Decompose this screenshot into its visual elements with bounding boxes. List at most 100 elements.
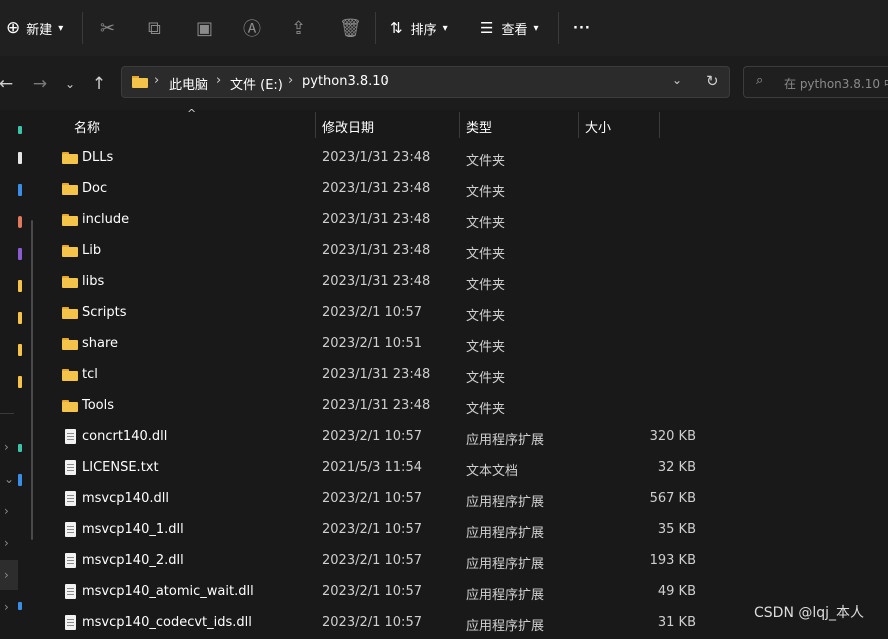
chevron-right-icon: › [288, 73, 294, 88]
chevron-right-icon[interactable]: › [4, 568, 9, 582]
folder-icon [62, 152, 78, 164]
search-box[interactable]: ⌕ 在 python3.8.10 中 [743, 66, 888, 98]
file-row[interactable]: share 2023/2/1 10:51 文件夹 [44, 329, 888, 360]
file-type: 文件夹 [466, 309, 506, 324]
file-size: 193 KB [649, 553, 696, 568]
network-icon[interactable] [18, 602, 22, 610]
breadcrumb-drive-e[interactable]: 文件 (E:) [230, 74, 283, 93]
file-row[interactable]: LICENSE.txt 2021/5/3 11:54 文本文档 32 KB [44, 453, 888, 484]
nav-item-icon[interactable] [18, 474, 22, 486]
chevron-down-icon[interactable]: ⌄ [4, 472, 14, 486]
rename-button[interactable]: Ⓐ [243, 14, 261, 42]
nav-folder-icon[interactable] [18, 344, 22, 356]
file-row[interactable]: Scripts 2023/2/1 10:57 文件夹 [44, 298, 888, 329]
file-date: 2023/2/1 10:51 [322, 336, 422, 351]
file-row[interactable]: Lib 2023/1/31 23:48 文件夹 [44, 236, 888, 267]
header-date[interactable]: 修改日期 [322, 117, 374, 136]
file-row[interactable]: DLLs 2023/1/31 23:48 文件夹 [44, 143, 888, 174]
nav-item-icon[interactable] [18, 152, 22, 164]
search-placeholder: 在 python3.8.10 中 [784, 77, 888, 91]
file-row[interactable]: include 2023/1/31 23:48 文件夹 [44, 205, 888, 236]
column-divider[interactable] [459, 112, 460, 138]
new-label: 新建 [26, 22, 53, 38]
column-headers: ^ 名称 修改日期 类型 大小 [44, 107, 888, 142]
file-row[interactable]: msvcp140.dll 2023/2/1 10:57 应用程序扩展 567 KB [44, 484, 888, 515]
breadcrumb-python-folder[interactable]: python3.8.10 [302, 74, 389, 89]
view-button[interactable]: ☰ 查看 ▾ [480, 14, 539, 42]
chevron-down-icon: ▾ [58, 22, 64, 34]
file-row[interactable]: libs 2023/1/31 23:48 文件夹 [44, 267, 888, 298]
delete-button[interactable]: 🗑 [339, 14, 362, 42]
file-row[interactable]: Doc 2023/1/31 23:48 文件夹 [44, 174, 888, 205]
refresh-button[interactable]: ↻ [706, 72, 719, 90]
column-divider[interactable] [315, 112, 316, 138]
file-date: 2023/1/31 23:48 [322, 243, 431, 258]
address-bar[interactable]: › 此电脑 › 文件 (E:) › python3.8.10 › ⌄ ↻ [121, 66, 730, 98]
file-date: 2023/1/31 23:48 [322, 212, 431, 227]
file-date: 2023/1/31 23:48 [322, 367, 431, 382]
arrow-up-icon: ↑ [91, 74, 107, 94]
cut-button[interactable]: ✂ [100, 14, 115, 42]
file-type: 应用程序扩展 [466, 526, 545, 541]
chevron-right-icon[interactable]: › [4, 504, 9, 518]
up-button[interactable]: ↑ [87, 72, 111, 96]
file-name: include [82, 212, 130, 227]
chevron-right-icon[interactable]: › [4, 440, 9, 454]
folder-icon [62, 307, 78, 319]
chevron-right-icon[interactable]: › [4, 600, 9, 614]
file-icon [65, 491, 76, 506]
file-row[interactable]: msvcp140_2.dll 2023/2/1 10:57 应用程序扩展 193 KB [44, 546, 888, 577]
chevron-down-icon: ▾ [533, 22, 539, 34]
file-name: libs [82, 274, 105, 289]
forward-button[interactable]: → [28, 72, 52, 96]
more-button[interactable]: ··· [573, 14, 591, 42]
file-row[interactable]: concrt140.dll 2023/2/1 10:57 应用程序扩展 320 KB [44, 422, 888, 453]
nav-item-icon[interactable] [18, 184, 22, 196]
file-row[interactable]: msvcp140_1.dll 2023/2/1 10:57 应用程序扩展 35 KB [44, 515, 888, 546]
file-type: 文件夹 [466, 154, 506, 169]
back-button[interactable]: ← [0, 72, 18, 96]
pane-scrollbar[interactable] [31, 220, 33, 540]
copy-button[interactable]: ⧉ [148, 14, 161, 42]
column-divider[interactable] [578, 112, 579, 138]
share-button[interactable]: ⇪ [291, 14, 306, 42]
file-date: 2023/2/1 10:57 [322, 584, 422, 599]
command-bar: ⊕ 新建 ▾ ✂ ⧉ ▣ Ⓐ ⇪ 🗑 ⇅ 排序 ▾ ☰ 查看 ▾ ··· [0, 0, 888, 57]
breadcrumb-this-pc[interactable]: 此电脑 [169, 74, 208, 93]
nav-item-selected[interactable] [0, 560, 18, 590]
sort-button[interactable]: ⇅ 排序 ▾ [390, 14, 448, 42]
file-row[interactable]: Tools 2023/1/31 23:48 文件夹 [44, 391, 888, 422]
file-icon [65, 460, 76, 475]
file-type: 文件夹 [466, 216, 506, 231]
file-type: 文件夹 [466, 185, 506, 200]
file-date: 2023/1/31 23:48 [322, 398, 431, 413]
header-type[interactable]: 类型 [466, 117, 492, 136]
recent-button[interactable]: ⌄ [58, 72, 82, 96]
file-size: 31 KB [657, 615, 696, 630]
nav-item-icon[interactable] [18, 216, 22, 228]
file-type: 文件夹 [466, 247, 506, 262]
quick-access-icon[interactable] [18, 126, 22, 134]
chevron-right-icon: › [216, 73, 222, 88]
file-type: 文件夹 [466, 402, 506, 417]
header-name[interactable]: 名称 [74, 117, 100, 136]
nav-folder-icon[interactable] [18, 280, 22, 292]
divider [558, 12, 559, 44]
header-size[interactable]: 大小 [585, 117, 611, 136]
nav-folder-icon[interactable] [18, 376, 22, 388]
file-size: 567 KB [649, 491, 696, 506]
column-divider[interactable] [659, 112, 660, 138]
file-date: 2023/2/1 10:57 [322, 615, 422, 630]
address-dropdown-button[interactable]: ⌄ [672, 73, 682, 87]
folder-icon [62, 276, 78, 288]
paste-button[interactable]: ▣ [196, 14, 213, 42]
chevron-right-icon: › [384, 73, 390, 88]
chevron-right-icon[interactable]: › [4, 536, 9, 550]
file-icon [65, 584, 76, 599]
nav-item-icon[interactable] [18, 248, 22, 260]
nav-folder-icon[interactable] [18, 312, 22, 324]
nav-item-icon[interactable] [18, 444, 22, 452]
file-name: Tools [82, 398, 115, 413]
new-button[interactable]: ⊕ 新建 ▾ [6, 14, 63, 42]
file-row[interactable]: tcl 2023/1/31 23:48 文件夹 [44, 360, 888, 391]
